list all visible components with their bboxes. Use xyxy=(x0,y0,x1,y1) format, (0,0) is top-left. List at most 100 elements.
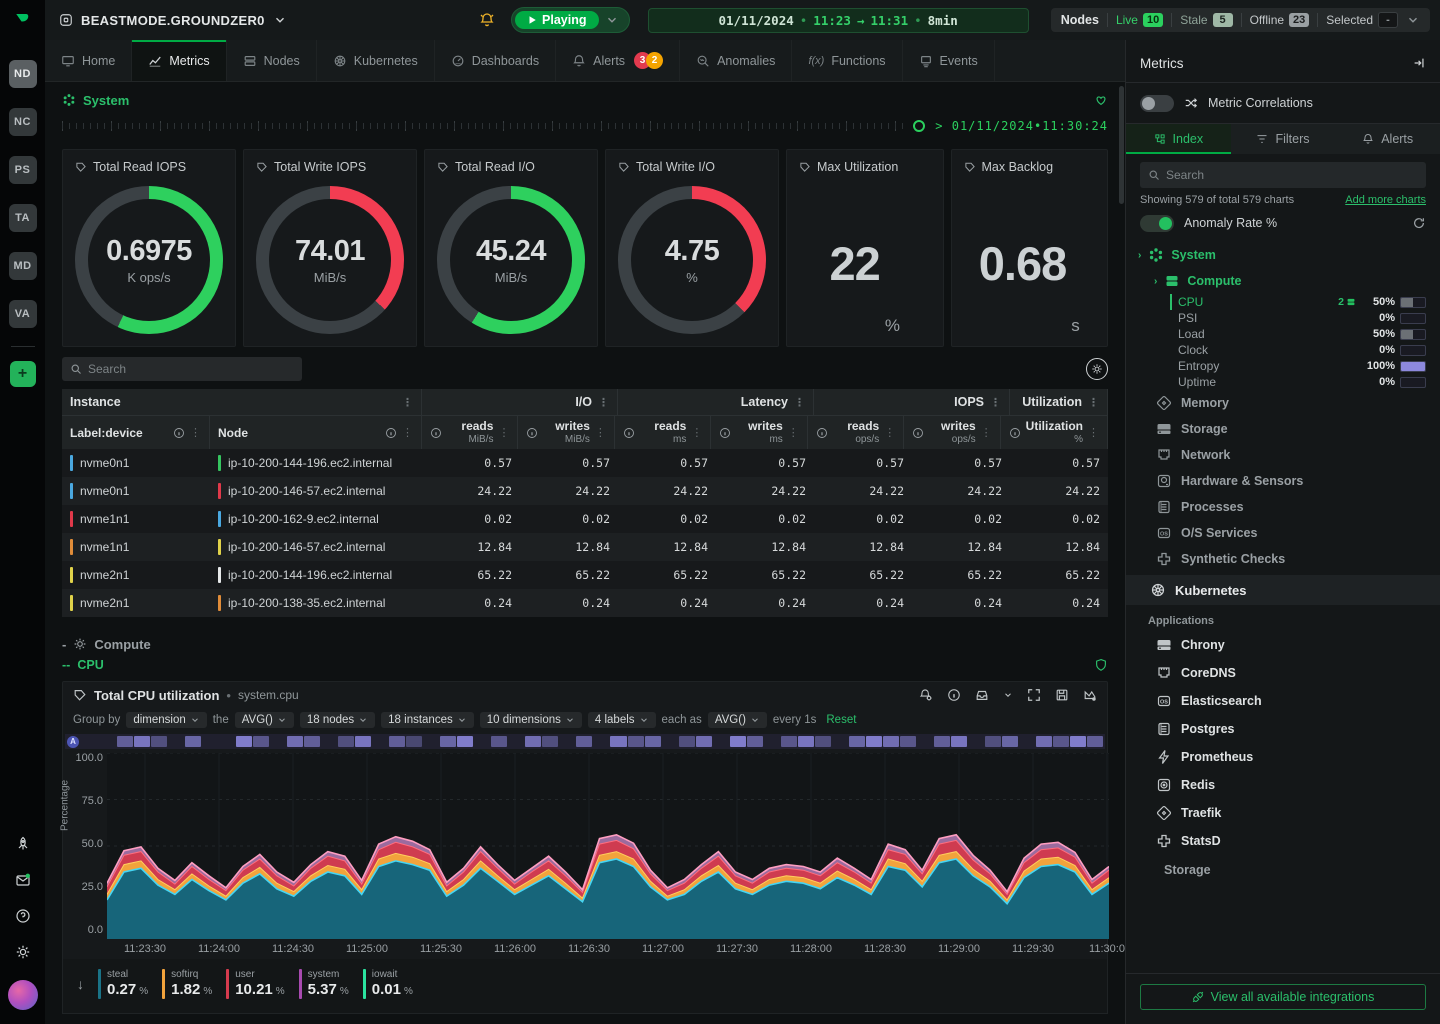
table-column-header[interactable]: writesMiB/s⋮ xyxy=(518,415,614,449)
table-row[interactable]: nvme1n1ip-10-200-146-57.ec2.internal12.8… xyxy=(62,533,1108,561)
app-item-prometheus[interactable]: Prometheus xyxy=(1126,743,1440,771)
table-column-header[interactable]: readsms⋮ xyxy=(615,415,711,449)
tree-metric-cpu[interactable]: CPU250% xyxy=(1126,294,1440,310)
table-group-header[interactable]: Latency⋮ xyxy=(618,389,814,415)
table-column-header[interactable]: readsMiB/s⋮ xyxy=(422,415,518,449)
sidebar-tab-filters[interactable]: Filters xyxy=(1231,124,1336,154)
table-column-header[interactable]: Node⋮ xyxy=(210,415,422,449)
legend-item[interactable]: system5.37% xyxy=(299,969,349,999)
workspace-button-md[interactable]: MD xyxy=(9,252,37,280)
tree-metric-uptime[interactable]: Uptime0% xyxy=(1126,374,1440,390)
nodes-select[interactable]: 18 nodes xyxy=(300,712,375,728)
sidebar-search-input[interactable] xyxy=(1166,168,1418,182)
tab-alerts[interactable]: Alerts32 xyxy=(556,40,680,81)
table-row[interactable]: nvme0n1ip-10-200-144-196.ec2.internal0.5… xyxy=(62,449,1108,477)
table-column-header[interactable]: writesms⋮ xyxy=(711,415,807,449)
gauge-card[interactable]: Max Utilization22% xyxy=(786,149,944,347)
tab-home[interactable]: Home xyxy=(45,40,132,81)
space-selector[interactable]: BEASTMODE.GROUNDZER0 xyxy=(59,13,287,28)
gauge-card[interactable]: Total Read I/O45.24MiB/s xyxy=(424,149,598,347)
workspace-button-ta[interactable]: TA xyxy=(9,204,37,232)
table-column-header[interactable]: readsops/s⋮ xyxy=(808,415,904,449)
anomaly-rate-toggle[interactable] xyxy=(1140,215,1174,232)
scrollbar[interactable] xyxy=(1119,86,1124,204)
tree-item-o-s-services[interactable]: OSO/S Services xyxy=(1126,520,1440,546)
reset-button[interactable]: Reset xyxy=(826,714,856,726)
anomaly-ribbon[interactable]: A xyxy=(65,734,1105,749)
workspace-button-nd[interactable]: ND xyxy=(9,60,37,88)
correlations-toggle[interactable] xyxy=(1140,95,1174,112)
tab-nodes[interactable]: Nodes xyxy=(227,40,317,81)
workspace-button-va[interactable]: VA xyxy=(9,300,37,328)
notification-bell-icon[interactable] xyxy=(479,12,495,28)
nodes-status-bar[interactable]: Nodes Live 10 Stale 5 Offline 23 Selecte… xyxy=(1051,8,1430,32)
sort-arrow-icon[interactable]: ↓ xyxy=(77,976,84,992)
scrubber-ticks[interactable] xyxy=(62,121,903,131)
cpu-subsection-header[interactable]: -- CPU xyxy=(62,655,1108,675)
sidebar-search[interactable] xyxy=(1140,162,1426,188)
tab-kubernetes[interactable]: Kubernetes xyxy=(317,40,435,81)
table-group-header[interactable]: IOPS⋮ xyxy=(814,389,1010,415)
add-workspace-button[interactable]: + xyxy=(10,361,36,387)
info-icon[interactable] xyxy=(947,688,961,702)
help-icon[interactable] xyxy=(15,908,31,924)
sidebar-tab-alerts[interactable]: Alerts xyxy=(1335,124,1440,154)
workspace-button-ps[interactable]: PS xyxy=(9,156,37,184)
tree-item-network[interactable]: Network xyxy=(1126,442,1440,468)
app-item-postgres[interactable]: Postgres xyxy=(1126,715,1440,743)
shield-icon[interactable] xyxy=(1094,658,1108,672)
each-as-select[interactable]: AVG() xyxy=(708,712,767,728)
table-group-header[interactable]: Utilization⋮ xyxy=(1010,389,1108,415)
heart-icon[interactable] xyxy=(1094,93,1108,107)
whats-new-rocket-icon[interactable] xyxy=(15,836,31,852)
tab-events[interactable]: Events xyxy=(903,40,995,81)
workspace-button-nc[interactable]: NC xyxy=(9,108,37,136)
tree-item-storage[interactable]: Storage xyxy=(1126,416,1440,442)
stacked-area-chart[interactable] xyxy=(107,753,1109,939)
table-group-header[interactable]: Instance⋮ xyxy=(62,389,422,415)
tree-item-synthetic-checks[interactable]: Synthetic Checks xyxy=(1126,546,1440,572)
table-row[interactable]: nvme0n1ip-10-200-146-57.ec2.internal24.2… xyxy=(62,477,1108,505)
gauge-card[interactable]: Total Read IOPS0.6975K ops/s xyxy=(62,149,236,347)
app-item-statsd[interactable]: StatsD xyxy=(1126,827,1440,855)
tree-item-memory[interactable]: Memory xyxy=(1126,390,1440,416)
table-row[interactable]: nvme2n1ip-10-200-144-196.ec2.internal65.… xyxy=(62,561,1108,589)
table-column-header[interactable]: Utilization%⋮ xyxy=(1001,415,1108,449)
legend-item[interactable]: user10.21% xyxy=(226,969,284,999)
alarm-settings-icon[interactable] xyxy=(919,688,933,702)
view-integrations-button[interactable]: View all available integrations xyxy=(1140,984,1426,1010)
tree-metric-entropy[interactable]: Entropy100% xyxy=(1126,358,1440,374)
search-input[interactable] xyxy=(88,362,294,376)
gauge-card[interactable]: Max Backlog0.68s xyxy=(951,149,1109,347)
table-column-header[interactable]: writesops/s⋮ xyxy=(904,415,1000,449)
app-item-coredns[interactable]: CoreDNS xyxy=(1126,659,1440,687)
fullscreen-icon[interactable] xyxy=(1027,688,1041,702)
tab-metrics[interactable]: Metrics xyxy=(132,40,226,81)
app-item-redis[interactable]: Redis xyxy=(1126,771,1440,799)
add-more-charts-link[interactable]: Add more charts xyxy=(1345,194,1426,206)
table-search[interactable] xyxy=(62,357,302,381)
tree-item-kubernetes[interactable]: Kubernetes xyxy=(1126,575,1440,605)
instances-select[interactable]: 18 instances xyxy=(381,712,474,728)
time-scrubber[interactable]: > 01/11/2024•11:30:24 xyxy=(62,113,1108,139)
sidebar-tab-index[interactable]: Index xyxy=(1126,124,1231,154)
compute-section-header[interactable]: - Compute xyxy=(62,633,1108,655)
app-item-traefik[interactable]: Traefik xyxy=(1126,799,1440,827)
chart-type-icon[interactable] xyxy=(1083,688,1097,702)
chevron-down-icon[interactable] xyxy=(1003,690,1013,700)
table-column-header[interactable]: Label:device⋮ xyxy=(62,415,210,449)
table-settings-gear-icon[interactable] xyxy=(1086,358,1108,380)
group-by-select[interactable]: dimension xyxy=(126,712,206,728)
table-row[interactable]: nvme1n1ip-10-200-162-9.ec2.internal0.020… xyxy=(62,505,1108,533)
tree-metric-load[interactable]: Load50% xyxy=(1126,326,1440,342)
save-icon[interactable] xyxy=(1055,688,1069,702)
tree-metric-psi[interactable]: PSI0% xyxy=(1126,310,1440,326)
gauge-card[interactable]: Total Write IOPS74.01MiB/s xyxy=(243,149,417,347)
settings-gear-icon[interactable] xyxy=(15,944,31,960)
refresh-icon[interactable] xyxy=(1412,216,1426,230)
cpu-chart-plot[interactable]: Percentage 100.075.050.025.00.0 xyxy=(63,753,1105,939)
dimensions-select[interactable]: 10 dimensions xyxy=(480,712,582,728)
app-item-elasticsearch[interactable]: OSElasticsearch xyxy=(1126,687,1440,715)
legend-item[interactable]: iowait0.01% xyxy=(363,969,413,999)
labels-select[interactable]: 4 labels xyxy=(588,712,656,728)
